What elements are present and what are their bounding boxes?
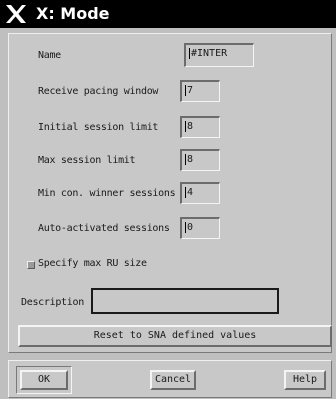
auto-activated-label: Auto-activated sessions [38, 223, 170, 234]
initial-session-label: Initial session limit [38, 122, 159, 133]
text-cursor [189, 48, 190, 59]
max-session-label: Max session limit [38, 155, 136, 166]
name-label: Name [38, 50, 61, 61]
reset-defaults-button[interactable]: Reset to SNA defined values [18, 325, 332, 347]
name-value: #INTER [191, 48, 228, 59]
text-cursor [185, 85, 186, 96]
auto-activated-field[interactable]: 0 [180, 217, 220, 239]
max-session-value: 8 [187, 154, 194, 165]
ok-button[interactable]: OK [20, 370, 68, 390]
min-winner-field[interactable]: 4 [180, 182, 220, 204]
text-cursor [185, 154, 186, 165]
mode-dialog: X: Mode Name #INTER Receive pacing windo… [0, 0, 336, 399]
text-cursor [185, 187, 186, 198]
cancel-button[interactable]: Cancel [150, 370, 196, 390]
help-button[interactable]: Help [284, 370, 326, 390]
description-label: Description [21, 297, 84, 308]
min-winner-label: Min con. winner sessions [38, 188, 176, 199]
x-logo-icon[interactable] [6, 5, 26, 23]
initial-session-field[interactable]: 8 [180, 116, 220, 138]
text-cursor [185, 222, 186, 233]
name-field[interactable]: #INTER [184, 43, 254, 67]
max-session-field[interactable]: 8 [180, 149, 220, 171]
receive-pacing-field[interactable]: 7 [180, 80, 220, 102]
initial-session-value: 8 [187, 121, 194, 132]
window-title: X: Mode [36, 4, 110, 23]
receive-pacing-label: Receive pacing window [38, 86, 159, 97]
description-field[interactable] [91, 288, 279, 314]
specify-ru-label[interactable]: Specify max RU size [38, 258, 147, 269]
text-cursor [185, 121, 186, 132]
auto-activated-value: 0 [187, 222, 194, 233]
receive-pacing-value: 7 [187, 85, 194, 96]
specify-ru-checkbox[interactable] [27, 261, 35, 269]
title-bar[interactable]: X: Mode [0, 0, 336, 28]
min-winner-value: 4 [187, 187, 194, 198]
